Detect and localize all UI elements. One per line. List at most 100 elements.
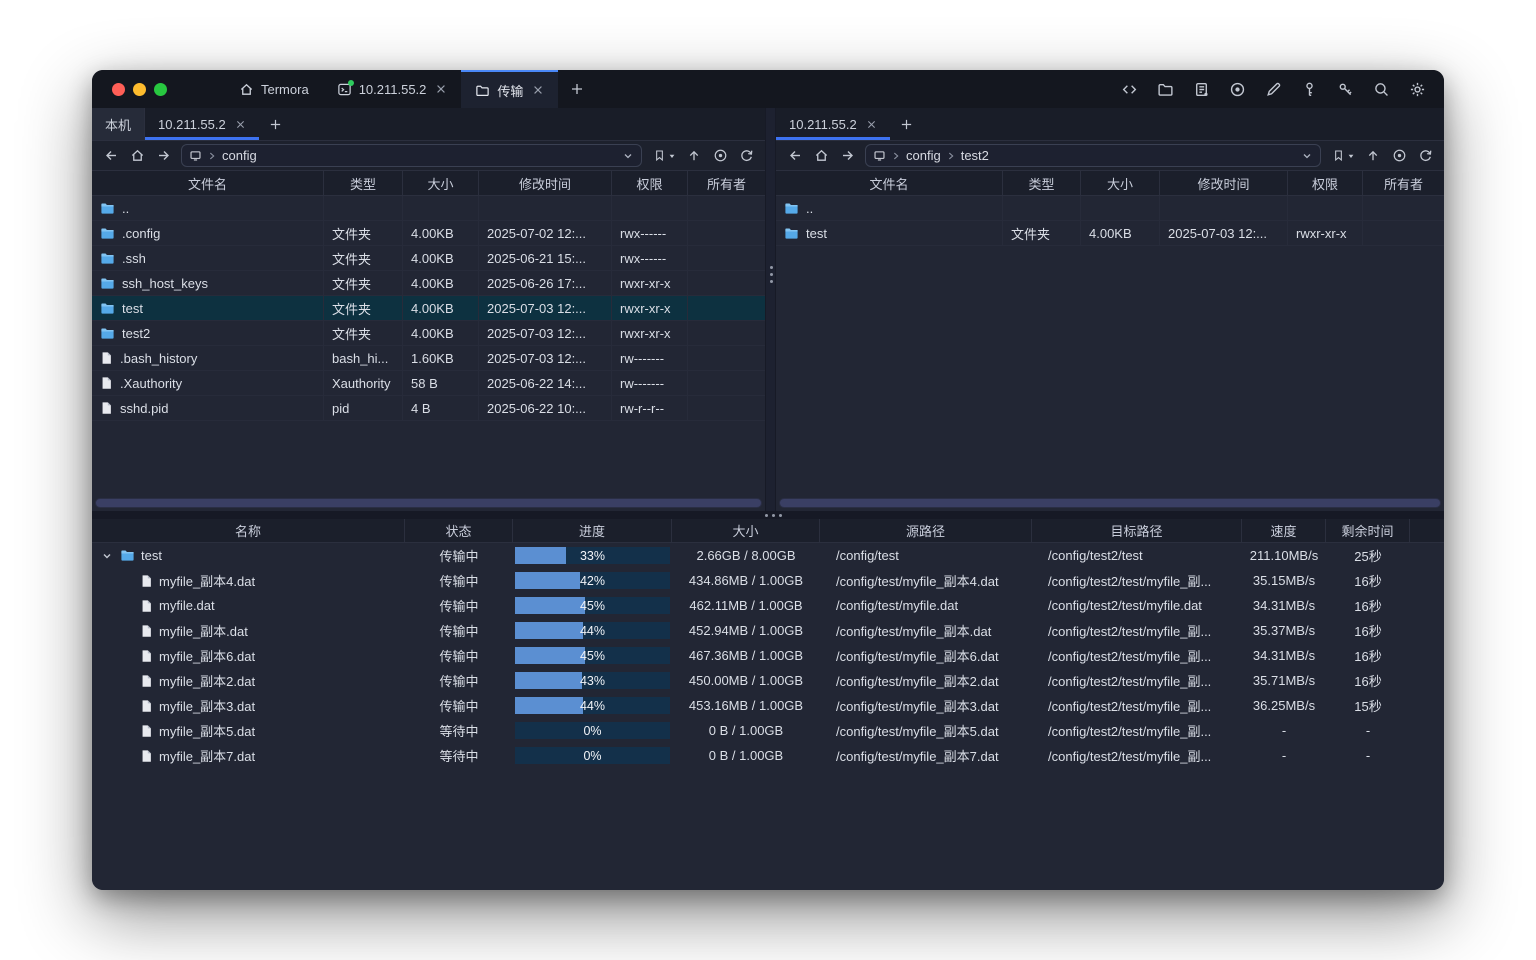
file-row[interactable]: .bash_historybash_hi...1.60KB2025-07-03 … (92, 346, 765, 371)
tab-session-10-211-55-2[interactable]: 10.211.55.2 (323, 70, 462, 108)
tab-transfer[interactable]: 传输 (461, 70, 558, 108)
column-header[interactable]: 修改时间 (1160, 171, 1288, 195)
column-header[interactable]: 大小 (1081, 171, 1160, 195)
home-icon[interactable] (125, 144, 149, 168)
eye-icon[interactable] (708, 144, 732, 168)
file-row[interactable]: test文件夹4.00KB2025-07-03 12:...rwxr-xr-x (776, 221, 1444, 246)
column-header[interactable]: 状态 (405, 519, 513, 542)
forward-icon[interactable] (151, 144, 175, 168)
close-icon[interactable] (235, 119, 246, 130)
column-header[interactable]: 文件名 (92, 171, 324, 195)
transfer-row[interactable]: myfile_副本6.dat传输中45%467.36MB / 1.00GB/co… (92, 643, 1444, 668)
file-row[interactable]: .. (92, 196, 765, 221)
file-row[interactable]: .ssh文件夹4.00KB2025-06-21 15:...rwx------ (92, 246, 765, 271)
log-document-icon[interactable] (1193, 81, 1210, 98)
bookmark-icon[interactable] (1327, 144, 1359, 168)
arrow-up-icon[interactable] (1361, 144, 1385, 168)
column-header[interactable]: 文件名 (776, 171, 1003, 195)
file-row[interactable]: .XauthorityXauthority58 B2025-06-22 14:.… (92, 371, 765, 396)
file-name: .. (806, 201, 813, 216)
file-row[interactable]: test2文件夹4.00KB2025-07-03 12:...rwxr-xr-x (92, 321, 765, 346)
column-header[interactable]: 剩余时间 (1326, 519, 1410, 542)
code-snippets-icon[interactable] (1121, 81, 1138, 98)
home-icon[interactable] (809, 144, 833, 168)
horizontal-scrollbar[interactable] (779, 498, 1441, 508)
transfer-row[interactable]: myfile_副本5.dat等待中0%0 B / 1.00GB/config/t… (92, 718, 1444, 743)
transfer-row[interactable]: myfile_副本2.dat传输中43%450.00MB / 1.00GB/co… (92, 668, 1444, 693)
file-row[interactable]: test文件夹4.00KB2025-07-03 12:...rwxr-xr-x (92, 296, 765, 321)
column-header[interactable]: 大小 (403, 171, 479, 195)
transfer-source-cell: /config/test/myfile_副本3.dat (820, 693, 1032, 718)
column-header[interactable]: 速度 (1242, 519, 1326, 542)
refresh-icon[interactable] (734, 144, 758, 168)
column-header[interactable]: 大小 (672, 519, 820, 542)
file-name: test (122, 301, 143, 316)
chevron-down-icon[interactable] (1301, 150, 1313, 162)
new-panel-tab-button[interactable] (259, 108, 293, 140)
folder-icon[interactable] (1157, 81, 1174, 98)
tab-local-machine[interactable]: 本机 (92, 108, 145, 140)
keychain-icon[interactable] (1337, 81, 1354, 98)
close-window-button[interactable] (112, 83, 125, 96)
bookmark-icon[interactable] (648, 144, 680, 168)
file-name: .Xauthority (120, 376, 182, 391)
column-header[interactable]: 类型 (324, 171, 403, 195)
column-header[interactable]: 权限 (612, 171, 688, 195)
transfer-row[interactable]: myfile_副本.dat传输中44%452.94MB / 1.00GB/con… (92, 618, 1444, 643)
transfer-splitter[interactable] (92, 511, 1444, 519)
new-panel-tab-button[interactable] (890, 108, 924, 140)
refresh-icon[interactable] (1413, 144, 1437, 168)
file-row[interactable]: .. (776, 196, 1444, 221)
close-icon[interactable] (435, 83, 447, 95)
gear-icon[interactable] (1409, 81, 1426, 98)
file-row[interactable]: sshd.pidpid4 B2025-06-22 10:...rw-r--r-- (92, 396, 765, 421)
tab-remote-host[interactable]: 10.211.55.2 (145, 108, 259, 140)
column-header[interactable]: 修改时间 (479, 171, 612, 195)
file-name: sshd.pid (120, 401, 168, 416)
transfer-row[interactable]: myfile_副本3.dat传输中44%453.16MB / 1.00GB/co… (92, 693, 1444, 718)
path-breadcrumb-field[interactable]: config (181, 144, 642, 167)
search-icon[interactable] (1373, 81, 1390, 98)
minimize-window-button[interactable] (133, 83, 146, 96)
panel-splitter[interactable] (765, 108, 776, 511)
path-breadcrumb-field[interactable]: config test2 (865, 144, 1321, 167)
column-header[interactable]: 所有者 (1363, 171, 1444, 195)
record-icon[interactable] (1229, 81, 1246, 98)
column-header[interactable]: 进度 (513, 519, 672, 542)
transfer-row[interactable]: myfile_副本4.dat传输中42%434.86MB / 1.00GB/co… (92, 568, 1444, 593)
chevron-down-icon[interactable] (622, 150, 634, 162)
column-header[interactable]: 所有者 (688, 171, 765, 195)
column-header[interactable]: 类型 (1003, 171, 1081, 195)
eye-icon[interactable] (1387, 144, 1411, 168)
file-type-cell (324, 196, 403, 220)
file-row[interactable]: ssh_host_keys文件夹4.00KB2025-06-26 17:...r… (92, 271, 765, 296)
transfer-row[interactable]: test传输中33%2.66GB / 8.00GB/config/test/co… (92, 543, 1444, 568)
tab-termora-home[interactable]: Termora (225, 70, 323, 108)
horizontal-scrollbar[interactable] (95, 498, 762, 508)
chevron-down-icon[interactable] (100, 550, 114, 562)
key-icon[interactable] (1301, 81, 1318, 98)
file-mtime-cell: 2025-07-02 12:... (479, 221, 612, 245)
back-icon[interactable] (783, 144, 807, 168)
transfer-row[interactable]: myfile_副本7.dat等待中0%0 B / 1.00GB/config/t… (92, 743, 1444, 768)
file-row[interactable]: .config文件夹4.00KB2025-07-02 12:...rwx----… (92, 221, 765, 246)
transfer-row[interactable]: myfile.dat传输中45%462.11MB / 1.00GB/config… (92, 593, 1444, 618)
close-icon[interactable] (532, 84, 544, 96)
new-tab-button[interactable] (558, 70, 596, 108)
arrow-up-icon[interactable] (682, 144, 706, 168)
column-header[interactable]: 目标路径 (1032, 519, 1242, 542)
path-segment[interactable]: config (906, 148, 941, 163)
column-header[interactable]: 名称 (92, 519, 405, 542)
close-icon[interactable] (866, 119, 877, 130)
column-header[interactable]: 源路径 (820, 519, 1032, 542)
edit-icon[interactable] (1265, 81, 1282, 98)
zoom-window-button[interactable] (154, 83, 167, 96)
progress-label: 45% (515, 647, 670, 664)
path-segment[interactable]: test2 (961, 148, 989, 163)
path-segment[interactable]: config (222, 148, 257, 163)
back-icon[interactable] (99, 144, 123, 168)
transfer-filler-cell (1410, 593, 1444, 618)
tab-remote-host[interactable]: 10.211.55.2 (776, 108, 890, 140)
forward-icon[interactable] (835, 144, 859, 168)
column-header[interactable]: 权限 (1288, 171, 1363, 195)
